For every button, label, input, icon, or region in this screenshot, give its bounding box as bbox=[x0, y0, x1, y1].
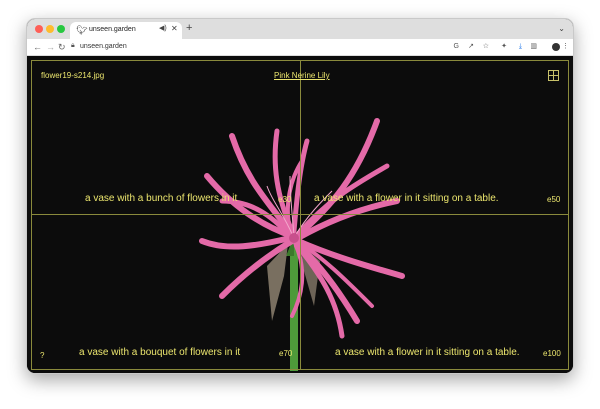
grid-icon[interactable] bbox=[548, 70, 559, 81]
extensions-icon[interactable]: ✦ bbox=[501, 42, 507, 52]
download-icon[interactable]: ⤓ bbox=[519, 42, 522, 52]
browser-toolbar: ← → ↻ 🔒︎ unseen.garden G ↗ ☆ ✦ ⤓ ▥ ⋮ bbox=[27, 39, 573, 56]
caption-code-e30: e30 bbox=[278, 195, 292, 204]
share-icon[interactable]: ↗ bbox=[468, 42, 474, 52]
avatar[interactable] bbox=[552, 43, 560, 51]
menu-icon[interactable]: ⋮ bbox=[562, 42, 569, 52]
filename-label: flower19-s214.jpg bbox=[41, 71, 105, 80]
reload-icon[interactable]: ↻ bbox=[58, 41, 66, 53]
tab-bar: 🐦︎ unseen.garden ◀) ✕ + ⌄ bbox=[27, 19, 573, 39]
speaker-icon[interactable]: ◀) bbox=[159, 24, 167, 34]
minimize-window-button[interactable] bbox=[46, 25, 54, 33]
caption-e30: a vase with a bunch of flowers in it bbox=[85, 193, 238, 204]
tab-title: unseen.garden bbox=[89, 26, 136, 33]
address-bar[interactable]: unseen.garden bbox=[80, 41, 127, 53]
star-icon[interactable]: ☆ bbox=[483, 42, 489, 52]
google-icon[interactable]: G bbox=[454, 42, 459, 52]
forward-arrow-icon[interactable]: → bbox=[46, 41, 55, 53]
caption-e50: a vase with a flower in it sitting on a … bbox=[314, 193, 499, 204]
caption-code-e70: e70 bbox=[279, 349, 293, 358]
lock-icon: 🔒︎ bbox=[71, 42, 75, 49]
browser-tab[interactable]: 🐦︎ unseen.garden ◀) ✕ bbox=[70, 22, 182, 39]
close-window-button[interactable] bbox=[35, 25, 43, 33]
maximize-window-button[interactable] bbox=[57, 25, 65, 33]
caption-code-e100: e100 bbox=[543, 349, 561, 358]
flower-title-link[interactable]: Pink Nerine Lily bbox=[274, 71, 330, 81]
bird-icon: 🐦︎ bbox=[76, 25, 88, 35]
new-tab-button[interactable]: + bbox=[186, 22, 192, 35]
caption-code-e50: e50 bbox=[547, 195, 561, 204]
sidebar-icon[interactable]: ▥ bbox=[530, 42, 537, 52]
page-content: flower19-s214.jpg Pink Nerine Lily a vas… bbox=[27, 56, 573, 373]
grid-vertical-line bbox=[300, 60, 301, 370]
browser-window: 🐦︎ unseen.garden ◀) ✕ + ⌄ ← → ↻ 🔒︎ unsee… bbox=[26, 18, 574, 374]
close-tab-icon[interactable]: ✕ bbox=[171, 24, 178, 34]
chevron-down-icon[interactable]: ⌄ bbox=[558, 24, 565, 33]
caption-e100: a vase with a flower in it sitting on a … bbox=[335, 347, 520, 358]
help-button[interactable]: ? bbox=[40, 351, 44, 361]
caption-e70: a vase with a bouquet of flowers in it bbox=[79, 347, 241, 358]
back-arrow-icon[interactable]: ← bbox=[33, 41, 42, 53]
